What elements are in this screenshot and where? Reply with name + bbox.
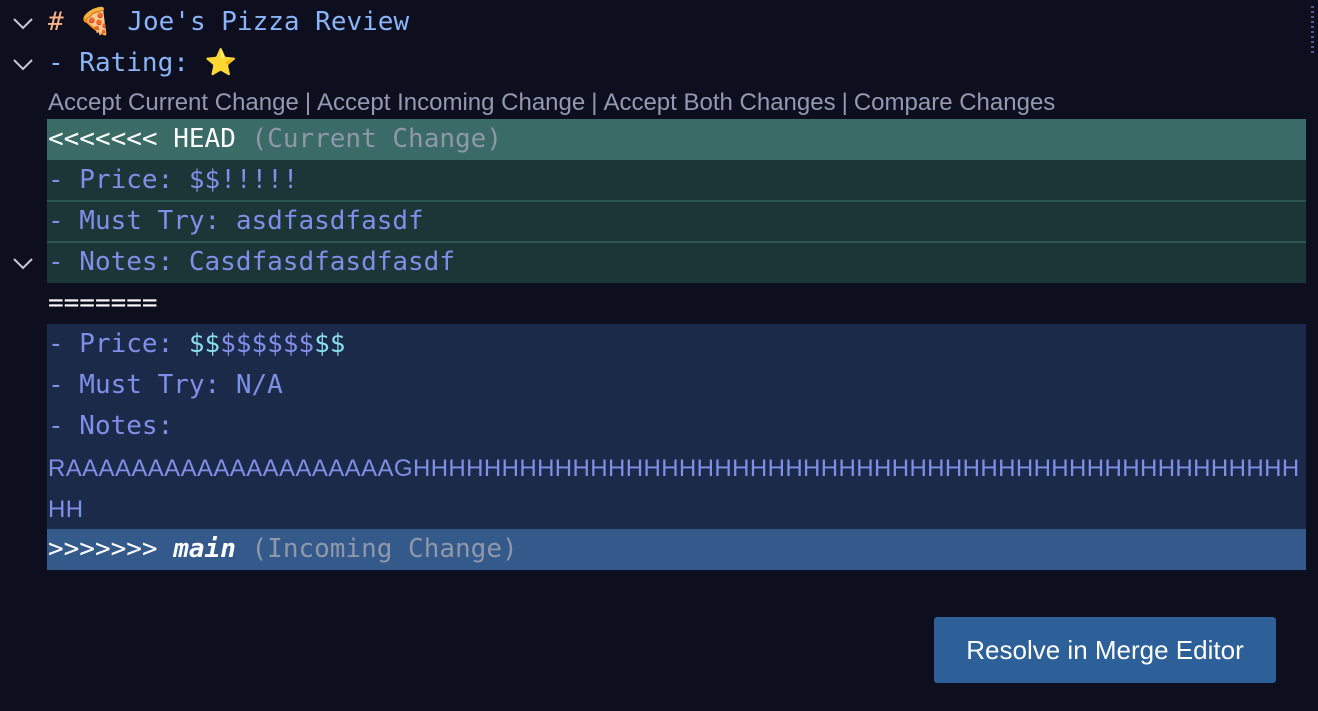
- current-change-marker-line[interactable]: <<<<<<< HEAD (Current Change): [0, 119, 1318, 160]
- incoming-price-value-b: $$$$$$: [220, 329, 315, 359]
- current-price-prefix: - Price:: [48, 165, 189, 195]
- current-price-value: $$!!!!!: [188, 165, 299, 195]
- current-must-try-text: - Must Try: asdfasdfasdf: [48, 206, 424, 236]
- incoming-notes-line[interactable]: - Notes:: [0, 406, 1318, 447]
- compare-changes-link[interactable]: Compare Changes: [854, 89, 1055, 116]
- conflict-separator: =======: [48, 288, 158, 318]
- incoming-notes-continued[interactable]: RAAAAAAAAAAAAAAAAAAAAGHHHHHHHHHHHHHHHHHH…: [48, 448, 1306, 530]
- incoming-price-value-c: $$: [314, 329, 346, 359]
- incoming-branch: main: [173, 534, 236, 564]
- chevron-down-icon[interactable]: [10, 43, 36, 84]
- heading-text: # 🍕 Joe's Pizza Review: [48, 2, 409, 43]
- editor-line-heading[interactable]: # 🍕 Joe's Pizza Review: [0, 2, 1318, 43]
- incoming-price-value-a: $$: [188, 329, 221, 359]
- accept-incoming-change-link[interactable]: Accept Incoming Change: [317, 89, 585, 116]
- chevron-down-icon[interactable]: [10, 242, 36, 283]
- current-price-line[interactable]: - Price: $$!!!!!: [0, 160, 1318, 201]
- incoming-change-label: (Incoming Change): [251, 534, 518, 564]
- current-marker-text: <<<<<<< HEAD (Current Change): [48, 119, 502, 160]
- heading-hash: #: [48, 7, 64, 37]
- heading-title: Joe's Pizza Review: [127, 7, 410, 37]
- incoming-price-prefix: - Price:: [48, 329, 189, 359]
- incoming-marker: >>>>>>>: [48, 534, 158, 564]
- current-marker: <<<<<<<: [48, 124, 158, 154]
- current-notes-text: - Notes: Casdfasdfasdfasdf: [48, 247, 455, 277]
- accept-both-changes-link[interactable]: Accept Both Changes: [603, 89, 835, 116]
- incoming-change-marker-line[interactable]: >>>>>>> main (Incoming Change): [0, 529, 1318, 570]
- star-emoji: ⭐: [204, 48, 237, 78]
- minimap-indicator: [1311, 6, 1314, 56]
- incoming-marker-text: >>>>>>> main (Incoming Change): [48, 529, 518, 570]
- codelens-separator: |: [841, 89, 848, 116]
- pizza-emoji: 🍕: [79, 7, 112, 37]
- incoming-notes-text: - Notes:: [48, 411, 174, 441]
- current-must-try-line[interactable]: - Must Try: asdfasdfasdf: [0, 201, 1318, 242]
- accept-current-change-link[interactable]: Accept Current Change: [48, 89, 299, 116]
- editor-line-rating[interactable]: - Rating: ⭐: [0, 43, 1318, 84]
- incoming-price-line[interactable]: - Price: $$$$$$$$$$: [0, 324, 1318, 365]
- rating-label: - Rating:: [48, 48, 189, 78]
- codelens-separator: |: [304, 89, 312, 116]
- current-price-text: - Price: $$!!!!!: [48, 160, 298, 201]
- incoming-must-try-text: - Must Try: N/A: [48, 370, 283, 400]
- current-notes-line[interactable]: - Notes: Casdfasdfasdfasdf: [0, 242, 1318, 283]
- codelens-actions: Accept Current Change | Accept Incoming Ch…: [0, 82, 1318, 123]
- resolve-in-merge-editor-button[interactable]: Resolve in Merge Editor: [934, 617, 1276, 683]
- chevron-down-icon[interactable]: [10, 2, 36, 43]
- incoming-price-text: - Price: $$$$$$$$$$: [48, 324, 345, 365]
- incoming-must-try-line[interactable]: - Must Try: N/A: [0, 365, 1318, 406]
- conflict-separator-line[interactable]: =======: [0, 283, 1318, 324]
- codelens-separator: |: [591, 89, 598, 116]
- current-change-label: (Current Change): [251, 124, 502, 154]
- rating-text: - Rating: ⭐: [48, 43, 237, 84]
- current-branch: HEAD: [173, 124, 236, 154]
- codelens-row: Accept Current Change | Accept Incoming Ch…: [48, 82, 1055, 123]
